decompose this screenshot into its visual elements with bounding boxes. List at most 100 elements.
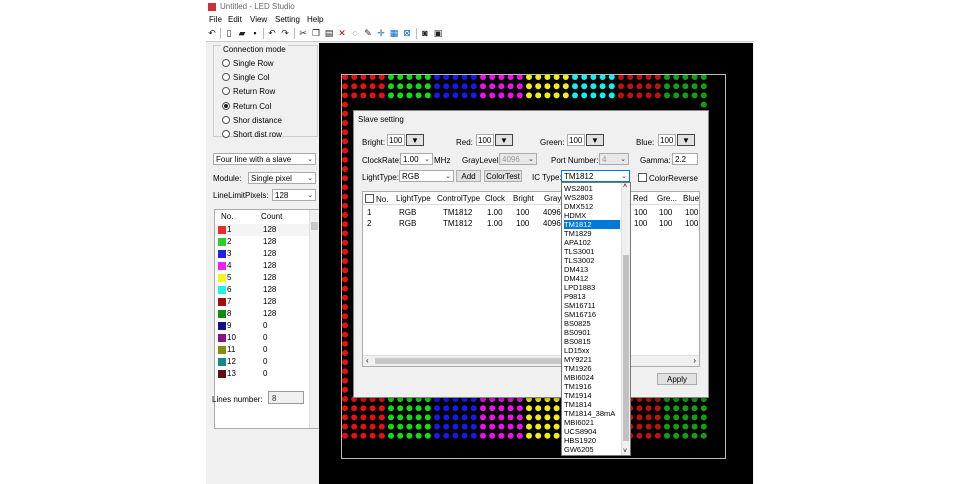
dropdown-option[interactable]: HBS1920 xyxy=(564,436,620,445)
list-item[interactable]: 6 128 xyxy=(215,284,309,296)
fit-icon[interactable]: ⊠ xyxy=(402,28,412,38)
dropdown-option[interactable]: DMX512 xyxy=(564,202,620,211)
dropdown-option[interactable]: TM1829 xyxy=(564,229,620,238)
list-item[interactable]: 4 128 xyxy=(215,260,309,272)
copy-icon[interactable]: ❐ xyxy=(311,28,321,38)
binoculars-icon[interactable]: ◙ xyxy=(420,28,430,38)
list-item[interactable]: 7 128 xyxy=(215,296,309,308)
list-item[interactable]: 11 0 xyxy=(215,344,309,356)
image-icon[interactable]: ▣ xyxy=(433,28,443,38)
dropdown-arrow-icon[interactable]: ▼ xyxy=(495,134,513,146)
green-spinner[interactable]: 100 ▼ xyxy=(567,134,605,146)
radio-short-dist-row[interactable]: Short dist row xyxy=(222,130,282,140)
radio-single-row[interactable]: Single Row xyxy=(222,59,273,69)
dropdown-option[interactable]: LD15xx xyxy=(564,346,620,355)
crosshair-icon[interactable]: ✛ xyxy=(376,28,386,38)
graylevel-select[interactable]: 4096 ⌄ xyxy=(499,153,537,165)
dropdown-option[interactable]: GW6205 xyxy=(564,445,620,454)
dropdown-option[interactable]: APA102 xyxy=(564,238,620,247)
ictype-dropdown-list[interactable]: WS2801 WS2803 DMX512 HDMX TM1812 TM1829 APA102… xyxy=(561,182,631,456)
lasso-icon[interactable]: ◌ xyxy=(350,28,360,38)
radio-return-row[interactable]: Return Row xyxy=(222,87,275,97)
colorreverse-checkbox[interactable]: ColorReverse xyxy=(638,173,698,184)
gamma-field[interactable]: 2.2 xyxy=(672,153,698,165)
dropdown-option[interactable]: TM1914 xyxy=(564,391,620,400)
scroll-left-icon[interactable]: ‹ xyxy=(366,356,369,365)
ictype-select[interactable]: TM1812 ⌄ xyxy=(561,170,630,182)
dropdown-arrow-icon[interactable]: ▼ xyxy=(406,134,424,146)
dropdown-option[interactable]: UCS8904 xyxy=(564,427,620,436)
radio-shor-distance[interactable]: Shor distance xyxy=(222,116,282,126)
dropdown-option[interactable]: TM1926 xyxy=(564,364,620,373)
undo-arrow-icon[interactable]: ↶ xyxy=(267,28,277,38)
dropdown-option[interactable]: DM413 xyxy=(564,265,620,274)
linelimit-select[interactable]: 128 ⌄ xyxy=(272,189,316,201)
scrollbar-thumb[interactable] xyxy=(623,255,629,441)
dropdown-option[interactable]: MBI6024 xyxy=(564,373,620,382)
module-select[interactable]: Single pixel ⌄ xyxy=(248,172,316,184)
blue-spinner[interactable]: 100 ▼ xyxy=(658,134,696,146)
list-item[interactable]: 1 128 xyxy=(215,224,309,236)
delete-icon[interactable]: ✕ xyxy=(337,28,347,38)
list-item[interactable]: 90 xyxy=(215,320,309,332)
scroll-right-icon[interactable]: › xyxy=(693,356,696,365)
radio-single-col[interactable]: Single Col xyxy=(222,73,269,83)
redo-arrow-icon[interactable]: ↷ xyxy=(280,28,290,38)
scroll-down-icon[interactable]: ˅ xyxy=(623,448,627,455)
lines-number-field[interactable]: 8 xyxy=(268,391,304,404)
grid-icon[interactable]: ▦ xyxy=(389,28,399,38)
list-item[interactable]: 5 128 xyxy=(215,272,309,284)
cut-icon[interactable]: ✂ xyxy=(298,28,308,38)
list-item[interactable]: 8 128 xyxy=(215,308,309,320)
dropdown-option[interactable]: WS2803 xyxy=(564,193,620,202)
dropdown-option[interactable]: BS0901 xyxy=(564,328,620,337)
dropdown-option[interactable]: SM16716 xyxy=(564,310,620,319)
menu-file[interactable]: File xyxy=(209,14,222,26)
dropdown-arrow-icon[interactable]: ▼ xyxy=(586,134,604,146)
dropdown-option[interactable]: HDMX xyxy=(564,211,620,220)
add-button[interactable]: Add xyxy=(456,170,481,182)
red-spinner[interactable]: 100 ▼ xyxy=(476,134,514,146)
dropdown-option[interactable]: TLS3001 xyxy=(564,247,620,256)
pen-icon[interactable]: ✎ xyxy=(363,28,373,38)
list-item[interactable]: 12 0 xyxy=(215,356,309,368)
save-icon[interactable]: ▪ xyxy=(250,28,260,38)
new-file-icon[interactable]: ▯ xyxy=(224,28,234,38)
paste-icon[interactable]: ▤ xyxy=(324,28,334,38)
dropdown-arrow-icon[interactable]: ▼ xyxy=(677,134,695,146)
dropdown-scrollbar[interactable]: ˄ ˅ xyxy=(621,183,630,455)
dropdown-option[interactable]: TLS3002 xyxy=(564,256,620,265)
list-item[interactable]: 10 0 xyxy=(215,332,309,344)
list-item[interactable]: 3 128 xyxy=(215,248,309,260)
slave-mode-select[interactable]: Four line with a slave ⌄ xyxy=(213,153,316,165)
select-all-checkbox[interactable]: No. xyxy=(365,194,388,204)
dropdown-option[interactable]: TM1916 xyxy=(564,382,620,391)
dropdown-option[interactable]: MBI6021 xyxy=(564,418,620,427)
dropdown-option[interactable]: TM1814 xyxy=(564,400,620,409)
list-scrollbar[interactable] xyxy=(309,210,319,428)
dropdown-option[interactable]: WS2801 xyxy=(564,184,620,193)
slave-table[interactable]: No. LightType ControlType Clock Bright G… xyxy=(362,191,700,367)
menu-edit[interactable]: Edit xyxy=(228,14,242,26)
dropdown-option[interactable]: BS0815 xyxy=(564,337,620,346)
dropdown-option[interactable]: LPD1883 xyxy=(564,283,620,292)
menu-setting[interactable]: Setting xyxy=(275,14,300,26)
bright-spinner[interactable]: 100 ▼ xyxy=(387,134,425,146)
list-item[interactable]: 2 128 xyxy=(215,236,309,248)
open-folder-icon[interactable]: ▰ xyxy=(237,28,247,38)
list-item[interactable]: 13 0 xyxy=(215,368,309,380)
clockrate-select[interactable]: 1.00 ⌄ xyxy=(400,153,433,165)
undo-icon[interactable]: ↶ xyxy=(207,28,217,38)
dropdown-option[interactable]: SM16711 xyxy=(564,301,620,310)
radio-return-col[interactable]: Return Col xyxy=(222,102,271,112)
dropdown-option[interactable]: TM1812 xyxy=(564,220,620,229)
dropdown-option[interactable]: BS0825 xyxy=(564,319,620,328)
dropdown-option[interactable]: TM1814_38mA xyxy=(564,409,620,418)
dropdown-option[interactable]: P9813 xyxy=(564,292,620,301)
port-number-select[interactable]: 4 ⌄ xyxy=(599,153,629,165)
colortest-button[interactable]: ColorTest xyxy=(484,170,522,182)
menu-view[interactable]: View xyxy=(250,14,267,26)
table-hscrollbar[interactable]: ‹ › xyxy=(363,355,699,366)
dropdown-option[interactable]: DM412 xyxy=(564,274,620,283)
menu-help[interactable]: Help xyxy=(307,14,323,26)
